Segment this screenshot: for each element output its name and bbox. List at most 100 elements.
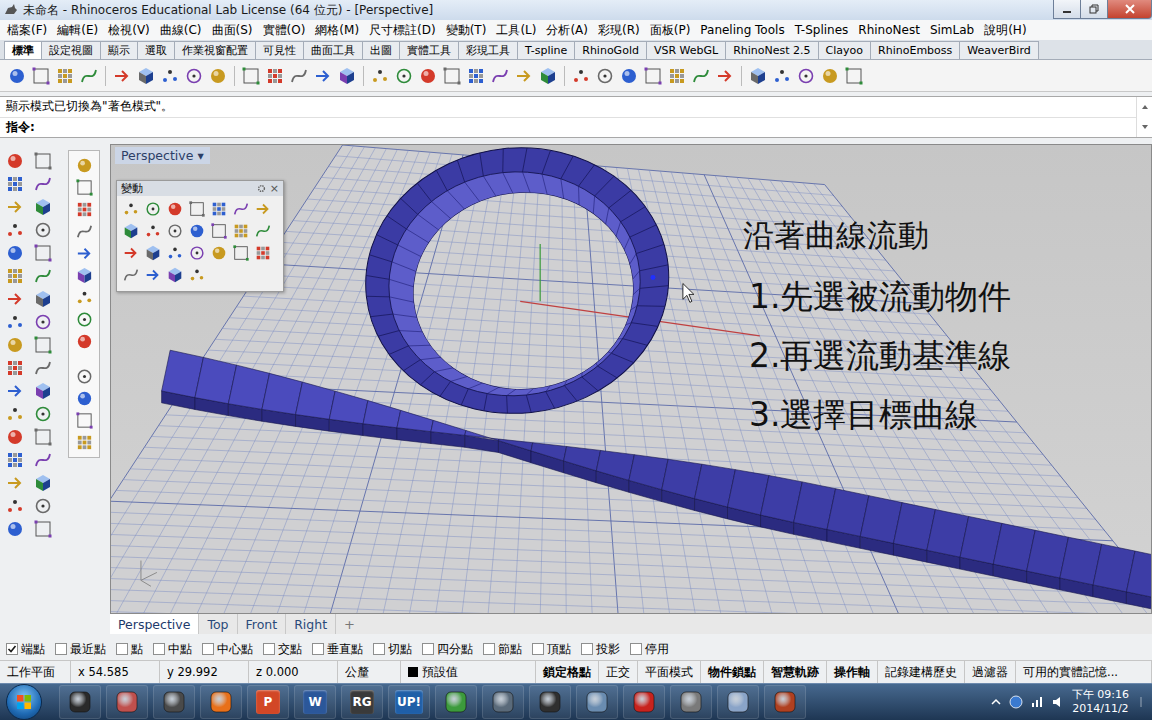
menu-item[interactable]: 編輯(E) xyxy=(52,22,103,39)
tool-button[interactable] xyxy=(771,65,793,87)
tool-button[interactable] xyxy=(121,221,141,241)
toolbar-tab[interactable]: RhinoNest 2.5 xyxy=(725,41,818,59)
taskbar-app[interactable] xyxy=(529,685,571,719)
taskbar-app[interactable] xyxy=(717,685,759,719)
toolbar-tab[interactable]: 設定視圖 xyxy=(41,41,101,59)
ring-band[interactable] xyxy=(352,145,682,428)
tool-button[interactable] xyxy=(74,177,95,198)
tool-button[interactable] xyxy=(165,243,185,263)
menu-item[interactable]: 檢視(V) xyxy=(103,22,155,39)
tool-button[interactable] xyxy=(4,265,26,287)
osnap-option[interactable]: 中心點 xyxy=(202,641,253,658)
osnap-checkbox[interactable] xyxy=(373,643,385,655)
tool-button[interactable] xyxy=(209,221,229,241)
toolbar-tab[interactable]: RhinoEmboss xyxy=(870,41,960,59)
toolbar-tab[interactable]: 實體工具 xyxy=(399,41,459,59)
osnap-checkbox[interactable] xyxy=(153,643,165,655)
tool-button[interactable] xyxy=(4,449,26,471)
toolbar-tab[interactable]: 曲面工具 xyxy=(303,41,363,59)
tool-button[interactable] xyxy=(465,65,487,87)
tool-button[interactable] xyxy=(253,221,273,241)
tool-button[interactable] xyxy=(32,403,54,425)
menu-item[interactable]: Paneling Tools xyxy=(695,23,789,37)
status-toggle[interactable]: 記錄建構歷史 xyxy=(878,661,965,683)
panel-header[interactable]: 變動× xyxy=(117,181,283,196)
taskbar-app[interactable] xyxy=(106,685,148,719)
tool-button[interactable] xyxy=(74,410,95,431)
tool-button[interactable] xyxy=(4,472,26,494)
start-button[interactable] xyxy=(6,684,42,720)
units[interactable]: 公釐 xyxy=(338,661,401,683)
viewport-title[interactable]: Perspective▾ xyxy=(115,147,210,164)
tool-button[interactable] xyxy=(32,472,54,494)
close-button[interactable] xyxy=(1107,0,1152,19)
view-tab[interactable]: Front xyxy=(238,614,287,634)
toolbar-tab[interactable]: WeaverBird xyxy=(959,41,1038,59)
tool-button[interactable] xyxy=(187,243,207,263)
tool-button[interactable] xyxy=(74,287,95,308)
menu-item[interactable]: RhinoNest xyxy=(853,23,925,37)
clock[interactable]: 下午 09:162014/11/2 xyxy=(1072,688,1129,716)
osnap-option[interactable]: 最近點 xyxy=(55,641,106,658)
toolbar-tab[interactable]: 可見性 xyxy=(255,41,304,59)
tool-button[interactable] xyxy=(74,199,95,220)
tool-button[interactable] xyxy=(187,221,207,241)
tool-button[interactable] xyxy=(369,65,391,87)
scroll-down-icon[interactable] xyxy=(1141,123,1149,131)
tool-button[interactable] xyxy=(135,65,157,87)
taskbar-app[interactable] xyxy=(435,685,477,719)
osnap-option[interactable]: 垂直點 xyxy=(312,641,363,658)
scroll-up-icon[interactable] xyxy=(1141,103,1149,111)
tool-button[interactable] xyxy=(187,199,207,219)
toolbar-tab[interactable]: 出圖 xyxy=(362,41,400,59)
tool-button[interactable] xyxy=(32,150,54,172)
tool-button[interactable] xyxy=(489,65,511,87)
tool-button[interactable] xyxy=(4,380,26,402)
tool-button[interactable] xyxy=(74,309,95,330)
tool-button[interactable] xyxy=(143,221,163,241)
minimize-button[interactable] xyxy=(1053,0,1081,19)
tool-button[interactable] xyxy=(32,288,54,310)
tool-button[interactable] xyxy=(4,357,26,379)
tool-button[interactable] xyxy=(32,449,54,471)
osnap-checkbox[interactable] xyxy=(532,643,544,655)
tool-button[interactable] xyxy=(618,65,640,87)
tool-button[interactable] xyxy=(4,403,26,425)
tool-button[interactable] xyxy=(159,65,181,87)
osnap-checkbox[interactable] xyxy=(6,643,18,655)
status-toggle[interactable]: 平面模式 xyxy=(638,661,701,683)
tool-button[interactable] xyxy=(74,265,95,286)
osnap-option[interactable]: 切點 xyxy=(373,641,412,658)
osnap-option[interactable]: 四分點 xyxy=(422,641,473,658)
taskbar-app[interactable] xyxy=(623,685,665,719)
menu-item[interactable]: 實體(O) xyxy=(258,22,311,39)
tool-button[interactable] xyxy=(30,65,52,87)
tool-button[interactable] xyxy=(312,65,334,87)
menu-item[interactable]: 面板(P) xyxy=(645,22,696,39)
status-toggle[interactable]: 智慧軌跡 xyxy=(764,661,827,683)
view-tab[interactable]: Top xyxy=(199,614,237,634)
twisted-band[interactable] xyxy=(162,350,1151,610)
perspective-viewport[interactable]: Perspective▾變動×沿著曲線流動1.先選被流動物件2.再選流動基準線3… xyxy=(110,144,1152,614)
tool-button[interactable] xyxy=(74,221,95,242)
tool-button[interactable] xyxy=(74,243,95,264)
tool-button[interactable] xyxy=(336,65,358,87)
toolbar-tab[interactable]: 選取 xyxy=(137,41,175,59)
tool-button[interactable] xyxy=(253,199,273,219)
tool-button[interactable] xyxy=(537,65,559,87)
toolbar-tab[interactable]: Clayoo xyxy=(818,41,871,59)
taskbar-app[interactable] xyxy=(576,685,618,719)
tool-button[interactable] xyxy=(253,243,273,263)
tool-button[interactable] xyxy=(32,219,54,241)
tool-button[interactable] xyxy=(4,334,26,356)
tool-button[interactable] xyxy=(143,265,163,285)
tool-button[interactable] xyxy=(54,65,76,87)
osnap-option[interactable]: 停用 xyxy=(630,641,669,658)
tool-button[interactable] xyxy=(165,265,185,285)
tool-button[interactable] xyxy=(231,221,251,241)
taskbar-app[interactable]: W xyxy=(294,685,336,719)
toolbar-tab[interactable]: 標準 xyxy=(4,41,42,59)
osnap-option[interactable]: 中點 xyxy=(153,641,192,658)
tool-button[interactable] xyxy=(74,366,95,387)
tool-button[interactable] xyxy=(183,65,205,87)
